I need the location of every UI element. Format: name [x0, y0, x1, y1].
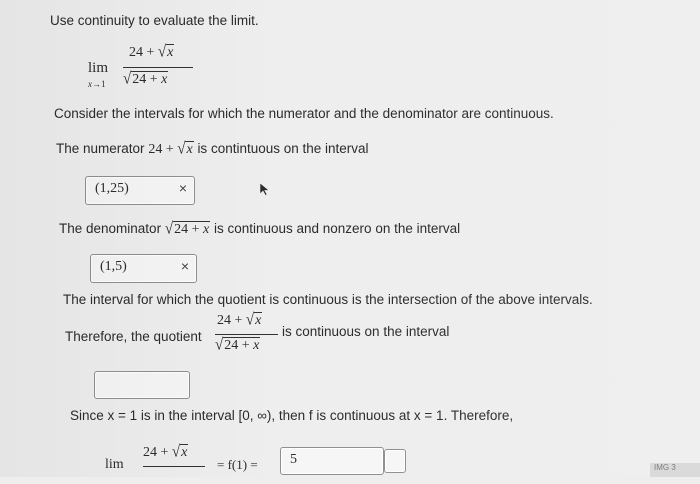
final-answer-box[interactable]: 5 [280, 447, 384, 475]
incorrect-x-icon: × [180, 258, 189, 274]
incorrect-x-icon: × [178, 180, 187, 196]
final-answer-value: 5 [290, 452, 297, 467]
final-equals-f1: = f(1) = [217, 457, 258, 472]
quotient-answer-box[interactable] [94, 371, 190, 399]
quotient-label: Therefore, the quotient [65, 329, 202, 344]
lim-word: lim [88, 60, 109, 76]
final-numerator: 24 + √x [143, 443, 189, 461]
quotient-fraction: 24 + √x √24 + x [215, 311, 278, 358]
quotient-suffix: is continuous on the interval [282, 324, 450, 339]
instruction-text: Use continuity to evaluate the limit. [50, 13, 259, 28]
numerator-label: The numerator [56, 141, 145, 156]
step-consider-text: Consider the intervals for which the num… [54, 106, 554, 121]
fraction-numerator: 24 + √x [129, 43, 175, 61]
numerator-answer-box[interactable]: (1,25) × [85, 176, 195, 205]
quotient-bar [215, 334, 278, 335]
fraction-bar [123, 67, 193, 68]
fraction-denominator: √24 + x [123, 70, 169, 88]
numerator-expression: 24 + √x [148, 140, 194, 158]
intersection-text: The interval for which the quotient is c… [63, 292, 593, 307]
mouse-pointer-icon [259, 182, 270, 196]
since-line: Since x = 1 is in the interval [0, ∞), t… [70, 408, 513, 423]
numerator-answer-value: (1,25) [95, 181, 129, 196]
since-text: Since x = 1 is in the interval [0, ∞), t… [70, 408, 514, 423]
final-lim-word: lim [105, 457, 124, 472]
numerator-line: The numerator 24 + √x is contintuous on … [56, 140, 369, 158]
numerator-suffix: is contintuous on the interval [197, 141, 369, 156]
denominator-answer-value: (1,5) [100, 259, 127, 274]
quotient-denominator: √24 + x [215, 336, 261, 354]
limit-fraction: 24 + √x √24 + x [123, 43, 193, 92]
quotient-numerator: 24 + √x [217, 311, 263, 329]
final-fraction: 24 + √x [143, 443, 205, 484]
denominator-line: The denominator √24 + x is continuous an… [59, 220, 461, 238]
corner-watermark: IMG 3 [650, 463, 700, 477]
denominator-expression: √24 + x [164, 220, 211, 238]
final-bar [143, 466, 205, 467]
denominator-answer-box[interactable]: (1,5) × [90, 254, 197, 283]
lim-subscript: x→1 [88, 79, 106, 89]
equation-editor-button[interactable] [384, 449, 406, 473]
denominator-suffix: is continuous and nonzero on the interva… [213, 221, 461, 236]
denominator-label: The denominator [59, 221, 162, 236]
